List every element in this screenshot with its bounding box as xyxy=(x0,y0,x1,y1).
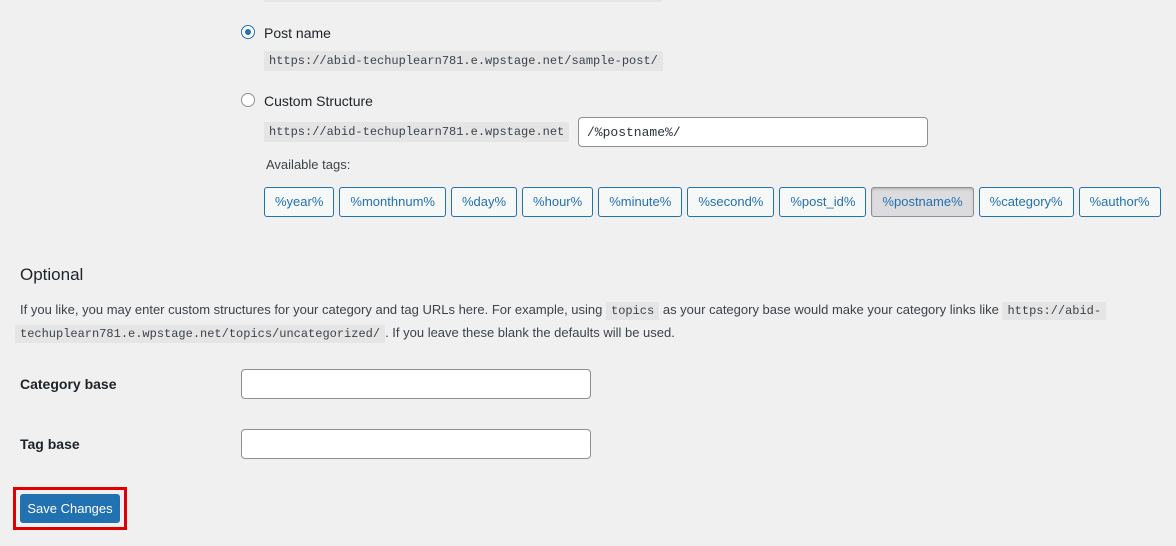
post-name-example-url: https://abid-techuplearn781.e.wpstage.ne… xyxy=(264,51,663,71)
save-button-highlight: Save Changes xyxy=(13,487,127,530)
previous-example-url-sliver xyxy=(264,0,662,2)
custom-structure-label[interactable]: Custom Structure xyxy=(264,93,373,109)
tag-button-postname[interactable]: %postname% xyxy=(871,187,974,217)
save-changes-button[interactable]: Save Changes xyxy=(20,494,120,523)
category-base-input[interactable] xyxy=(241,369,591,399)
tag-button-monthnum[interactable]: %monthnum% xyxy=(339,187,446,217)
custom-structure-radio[interactable] xyxy=(241,93,255,107)
custom-structure-input[interactable] xyxy=(578,117,928,147)
post-name-radio[interactable] xyxy=(241,25,255,39)
tag-button-author[interactable]: %author% xyxy=(1078,187,1161,217)
description-code-url-2: techuplearn781.e.wpstage.net/topics/unca… xyxy=(15,325,386,343)
tag-base-input[interactable] xyxy=(241,429,591,459)
tag-button-year[interactable]: %year% xyxy=(264,187,335,217)
tag-button-day[interactable]: %day% xyxy=(450,187,518,217)
tag-button-hour[interactable]: %hour% xyxy=(522,187,594,217)
available-tags-label: Available tags: xyxy=(266,157,351,172)
tag-button-category[interactable]: %category% xyxy=(978,187,1074,217)
description-code-url-1: https://abid- xyxy=(1002,302,1107,320)
post-name-label[interactable]: Post name xyxy=(264,25,331,41)
optional-section-description: If you like, you may enter custom struct… xyxy=(15,299,1120,345)
tag-button-second[interactable]: %second% xyxy=(687,187,775,217)
custom-structure-base-url: https://abid-techuplearn781.e.wpstage.ne… xyxy=(264,122,570,142)
optional-section-title: Optional xyxy=(20,265,84,284)
description-text-2: as your category base would make your ca… xyxy=(662,302,999,317)
description-text-3: . If you leave these blank the defaults … xyxy=(385,325,675,340)
description-code-topics: topics xyxy=(606,302,660,320)
tag-button-post-id[interactable]: %post_id% xyxy=(779,187,867,217)
available-tags-list: %year% %monthnum% %day% %hour% %minute% … xyxy=(264,187,1161,217)
category-base-label: Category base xyxy=(20,376,117,392)
tag-button-minute[interactable]: %minute% xyxy=(598,187,683,217)
description-text-1: If you like, you may enter custom struct… xyxy=(20,302,603,317)
tag-base-label: Tag base xyxy=(20,436,80,452)
